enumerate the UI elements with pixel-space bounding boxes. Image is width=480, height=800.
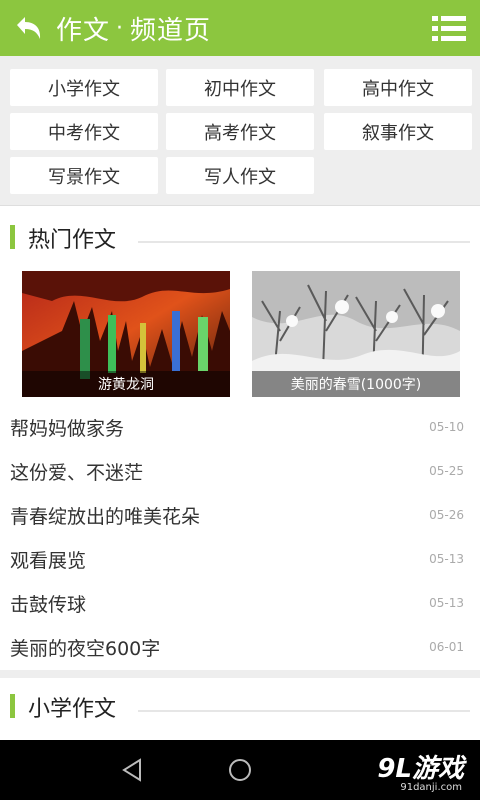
nav-back-triangle-icon[interactable] [118, 755, 148, 785]
list-item[interactable]: 击鼓传球 05-13 [0, 580, 480, 624]
hot-section-header: 热门作文 [0, 215, 480, 259]
item-date: 05-13 [429, 596, 464, 610]
section-separator [0, 670, 480, 678]
section-divider-line [138, 710, 470, 712]
hot-section-title: 热门作文 [28, 228, 117, 253]
title-separator: · [116, 15, 125, 41]
system-nav-bar: 9L游戏 91danji.com [0, 740, 480, 800]
item-date: 05-25 [429, 464, 464, 478]
item-title: 帮妈妈做家务 [10, 418, 125, 440]
top-bar: 作文 · 频道页 [0, 0, 480, 56]
title-main: 作文 [56, 15, 111, 46]
category-narrative[interactable]: 叙事作文 [324, 113, 472, 150]
hot-card-snow[interactable]: 美丽的春雪(1000字) [252, 271, 460, 397]
item-date: 05-13 [429, 552, 464, 566]
item-title: 这份爱、不迷茫 [10, 462, 144, 484]
category-grid: 小学作文 初中作文 高中作文 中考作文 高考作文 叙事作文 写景作文 写人作文 [0, 56, 480, 206]
list-item[interactable]: 美丽的夜空600字 06-01 [0, 624, 480, 668]
list-item[interactable]: 观看展览 05-13 [0, 536, 480, 580]
category-junior-high[interactable]: 初中作文 [166, 69, 314, 106]
back-arrow-icon [17, 17, 41, 39]
category-zhongkao[interactable]: 中考作文 [10, 113, 158, 150]
menu-button[interactable] [432, 14, 466, 44]
section-accent-bar [10, 225, 15, 249]
title-sub: 频道页 [130, 15, 212, 46]
watermark-logo: 9L游戏 [377, 754, 464, 784]
hot-card-cave[interactable]: 游黄龙洞 [22, 271, 230, 397]
category-people[interactable]: 写人作文 [166, 157, 314, 194]
back-button[interactable] [0, 0, 56, 56]
category-primary-school[interactable]: 小学作文 [10, 69, 158, 106]
list-item[interactable]: 青春绽放出的唯美花朵 05-26 [0, 492, 480, 536]
list-item[interactable]: 帮妈妈做家务 05-10 [0, 404, 480, 448]
section-accent-bar [10, 694, 15, 718]
list-item[interactable]: 这份爱、不迷茫 05-25 [0, 448, 480, 492]
nav-home-circle-icon[interactable] [225, 755, 255, 785]
menu-list-icon [432, 16, 466, 41]
page-title: 作文 · 频道页 [56, 10, 211, 47]
item-title: 击鼓传球 [10, 594, 87, 616]
item-date: 05-26 [429, 508, 464, 522]
category-gaokao[interactable]: 高考作文 [166, 113, 314, 150]
item-title: 美丽的夜空600字 [10, 638, 161, 660]
item-date: 06-01 [429, 640, 464, 654]
primary-section-header: 小学作文 [0, 684, 480, 736]
item-date: 05-10 [429, 420, 464, 434]
card-caption: 美丽的春雪(1000字) [252, 371, 460, 397]
category-scenery[interactable]: 写景作文 [10, 157, 158, 194]
watermark-domain: 91danji.com [400, 782, 462, 793]
section-divider-line [138, 241, 470, 243]
primary-section-title: 小学作文 [28, 697, 117, 722]
card-caption: 游黄龙洞 [22, 371, 230, 397]
item-title: 观看展览 [10, 550, 87, 572]
item-title: 青春绽放出的唯美花朵 [10, 506, 201, 528]
category-senior-high[interactable]: 高中作文 [324, 69, 472, 106]
